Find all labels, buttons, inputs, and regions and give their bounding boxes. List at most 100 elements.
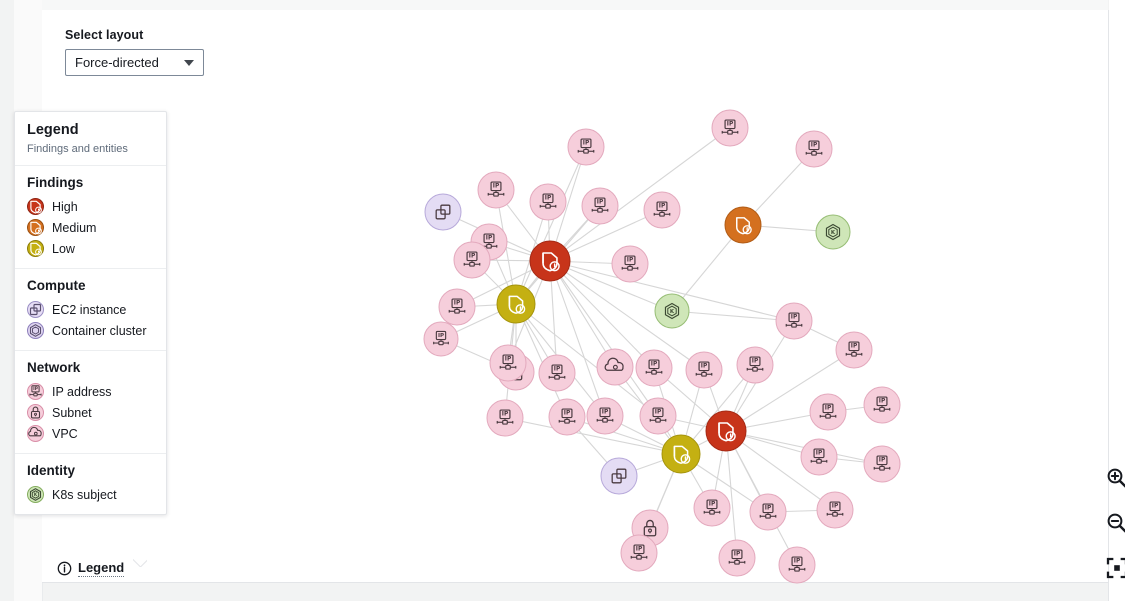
graph-node-k8s-subject[interactable]: [815, 214, 851, 250]
graph-node-k8s-subject[interactable]: [654, 293, 690, 329]
graph-node-ip-address[interactable]: [548, 398, 586, 436]
graph-node-ip-address[interactable]: [718, 539, 756, 577]
graph-node-ip-address[interactable]: [639, 397, 677, 435]
legend-group: Identity K K8s subject: [15, 454, 166, 514]
legend-item: VPC: [27, 423, 154, 444]
layout-select[interactable]: Force-directed: [65, 49, 204, 76]
graph-page: IP: [0, 0, 1125, 601]
graph-node-ip-address[interactable]: [620, 534, 658, 572]
legend-groups: Findings High Medium Low Compute EC2 instance…: [15, 166, 166, 514]
container-cluster-icon: [27, 322, 44, 340]
graph-edge: [549, 260, 606, 417]
legend-title: Legend: [27, 122, 79, 138]
graph-node-ec2-instance[interactable]: [600, 457, 638, 495]
finding-shield-icon: [27, 219, 44, 237]
graph-panel: IP: [42, 10, 1125, 584]
legend-group: Findings High Medium Low: [15, 166, 166, 270]
graph-node-ip-address[interactable]: [635, 349, 673, 387]
graph-node-ip-address[interactable]: [538, 354, 576, 392]
graph-node-ec2-instance[interactable]: [424, 193, 462, 231]
graph-node-ip-address[interactable]: [711, 109, 749, 147]
finding-shield-icon: [27, 198, 44, 216]
graph-node-vpc[interactable]: [596, 348, 634, 386]
graph-node-ip-address[interactable]: [835, 331, 873, 369]
graph-node-ip-address[interactable]: [611, 245, 649, 283]
legend-item: Medium: [27, 217, 154, 238]
finding-shield-icon: [27, 240, 44, 258]
legend-item-label: High: [52, 199, 78, 214]
legend-group-title: Findings: [27, 175, 84, 191]
graph-node-ip-address[interactable]: [736, 346, 774, 384]
graph-node-ip-address[interactable]: [438, 288, 476, 326]
legend-item-label: EC2 instance: [52, 302, 127, 317]
graph-canvas[interactable]: IP: [84, 20, 1125, 593]
graph-node-ip-address[interactable]: [685, 351, 723, 389]
graph-node-ip-address[interactable]: [809, 393, 847, 431]
graph-node-ip-address[interactable]: [489, 344, 527, 382]
svg-text:K: K: [34, 493, 38, 498]
graph-node-finding-medium[interactable]: [724, 206, 762, 244]
legend-group-title: Identity: [27, 463, 76, 479]
graph-node-ip-address[interactable]: [778, 546, 816, 584]
graph-node-ip-address[interactable]: [749, 493, 787, 531]
graph-edge: [549, 260, 659, 417]
legend-pointer: [133, 559, 147, 567]
k8s-subject-icon: [825, 223, 841, 241]
legend-item-label: K8s subject: [52, 487, 117, 502]
graph-node-finding-low[interactable]: [496, 284, 536, 324]
graph-node-ip-address[interactable]: [643, 191, 681, 229]
legend-item: High: [27, 196, 154, 217]
graph-node-ip-address[interactable]: [863, 386, 901, 424]
zoom-controls: [1104, 465, 1125, 581]
legend-subtitle: Findings and entities: [27, 143, 128, 156]
ip-address-icon: IP: [27, 383, 44, 401]
legend-popover: Legend Findings and entities Findings Hig…: [14, 111, 167, 516]
legend-header: Legend Findings and entities: [15, 112, 166, 167]
graph-node-ip-address[interactable]: [816, 491, 854, 529]
graph-node-ip-address[interactable]: [586, 397, 624, 435]
layout-select-value: Force-directed: [75, 55, 159, 70]
vpc-cloud-icon: [27, 425, 44, 443]
info-icon: [57, 561, 72, 576]
legend-item: IP IP address: [27, 381, 154, 402]
k8s-subject-icon: [664, 302, 680, 320]
legend-group: Network IP IP address Subnet VPC: [15, 351, 166, 455]
legend-item: Low: [27, 238, 154, 259]
page-left-gutter: [0, 0, 14, 601]
k8s-subject-icon: K: [27, 486, 44, 504]
graph-node-ip-address[interactable]: [863, 445, 901, 483]
legend-group: Compute EC2 instance Container cluster: [15, 269, 166, 352]
subnet-lock-icon: [27, 404, 44, 422]
ec2-instance-icon: [27, 301, 44, 319]
graph-node-finding-high[interactable]: [705, 410, 747, 452]
graph-node-ip-address[interactable]: [453, 241, 491, 279]
legend-item-label: Low: [52, 241, 75, 256]
graph-node-ip-address[interactable]: [486, 399, 524, 437]
legend-item: Subnet: [27, 402, 154, 423]
legend-item-label: Container cluster: [52, 323, 147, 338]
fit-screen-icon[interactable]: [1104, 555, 1125, 581]
legend-item: Container cluster: [27, 320, 154, 341]
graph-node-ip-address[interactable]: [567, 128, 605, 166]
graph-node-finding-high[interactable]: [529, 240, 571, 282]
layout-label: Select layout: [65, 28, 144, 42]
zoom-out-icon[interactable]: [1104, 510, 1125, 536]
graph-node-ip-address[interactable]: [800, 438, 838, 476]
graph-node-ip-address[interactable]: [775, 302, 813, 340]
graph-node-ip-address[interactable]: [795, 130, 833, 168]
graph-node-ip-address[interactable]: [477, 171, 515, 209]
zoom-in-icon[interactable]: [1104, 465, 1125, 491]
svg-text:IP: IP: [33, 386, 38, 392]
legend-item-label: IP address: [52, 384, 112, 399]
legend-item: K K8s subject: [27, 484, 154, 505]
graph-node-finding-low[interactable]: [661, 434, 701, 474]
legend-item-label: Medium: [52, 220, 97, 235]
legend-toggle-button[interactable]: Legend: [57, 560, 125, 577]
layout-control: Select layout Force-directed: [65, 28, 204, 76]
graph-node-ip-address[interactable]: [693, 489, 731, 527]
graph-node-ip-address[interactable]: [529, 183, 567, 221]
legend-group-title: Network: [27, 360, 81, 376]
legend-item-label: VPC: [52, 426, 78, 441]
graph-node-ip-address[interactable]: [423, 321, 459, 357]
graph-node-ip-address[interactable]: [581, 187, 619, 225]
